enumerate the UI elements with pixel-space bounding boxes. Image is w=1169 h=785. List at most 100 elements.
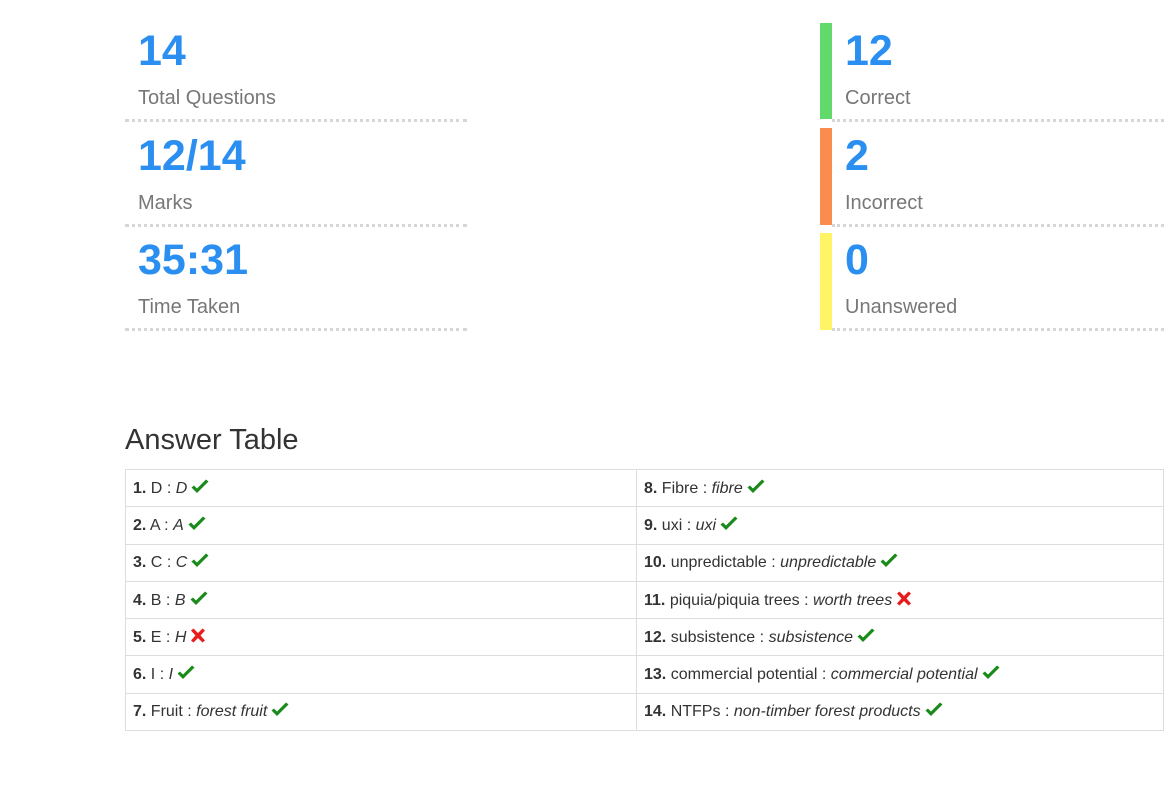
check-icon xyxy=(190,479,210,495)
answer-separator: : xyxy=(165,591,171,609)
answer-separator: : xyxy=(804,591,809,609)
answer-cell: 14. NTFPs : non-timber forest products xyxy=(636,692,1164,732)
cross-icon xyxy=(895,591,915,607)
answer-cell: 10. unpredictable : unpredictable xyxy=(636,543,1164,582)
table-row: 7. Fruit : forest fruit 14. NTFPs : non-t… xyxy=(125,692,1164,732)
stat-incorrect-value: 2 xyxy=(845,132,869,180)
user-response: subsistence xyxy=(768,628,854,646)
incorrect-color-bar xyxy=(820,128,832,225)
question-number: 4. xyxy=(133,591,147,609)
stat-marks-label: Marks xyxy=(138,192,193,214)
question-number: 1. xyxy=(133,479,147,497)
stat-time-taken: 35:31 Time Taken xyxy=(125,227,467,331)
correct-answer: I xyxy=(150,666,156,684)
check-icon xyxy=(176,665,196,681)
answer-table-title: Answer Table xyxy=(125,424,299,456)
correct-answer: uxi xyxy=(661,516,683,534)
stat-correct-label: Correct xyxy=(845,87,911,109)
stat-correct: 12 Correct xyxy=(832,18,1164,122)
answer-separator: : xyxy=(187,703,192,721)
answer-separator: : xyxy=(686,516,692,534)
stat-time-taken-value: 35:31 xyxy=(138,236,248,284)
answer-cell: 1. D : D xyxy=(125,468,637,508)
stat-unanswered-label: Unanswered xyxy=(845,296,958,318)
answer-cell: 2. A : A xyxy=(125,506,637,545)
answer-separator: : xyxy=(724,703,730,721)
answer-cell: 7. Fruit : forest fruit xyxy=(125,692,637,732)
correct-color-bar xyxy=(820,23,832,119)
user-response: D xyxy=(175,479,188,497)
answer-separator: : xyxy=(164,516,169,534)
answer-separator: : xyxy=(159,666,165,684)
question-number: 10. xyxy=(644,554,667,572)
answer-table: 1. D : D 8. Fibre : fibre 2. A : A 9. uxi :… xyxy=(125,468,1164,732)
user-response: commercial potential xyxy=(830,666,978,684)
user-response: worth trees xyxy=(813,591,893,609)
answer-separator: : xyxy=(166,479,172,497)
question-number: 6. xyxy=(133,666,147,684)
answer-cell: 5. E : H xyxy=(125,618,637,657)
stat-unanswered: 0 Unanswered xyxy=(832,227,1164,331)
stat-incorrect: 2 Incorrect xyxy=(832,123,1164,227)
answer-cell: 13. commercial potential : commercial po… xyxy=(636,655,1164,694)
user-response: B xyxy=(174,591,186,609)
stat-correct-value: 12 xyxy=(845,27,893,75)
user-response: H xyxy=(174,628,187,646)
question-number: 9. xyxy=(644,516,658,534)
answer-separator: : xyxy=(771,554,776,572)
answer-cell: 3. C : C xyxy=(125,543,637,582)
question-number: 3. xyxy=(133,554,147,572)
user-response: C xyxy=(175,554,188,572)
check-icon xyxy=(879,553,899,569)
stat-total-questions-value: 14 xyxy=(138,27,186,75)
check-icon xyxy=(746,479,766,495)
correct-answer: D xyxy=(150,479,163,497)
correct-answer: Fruit xyxy=(150,703,183,721)
check-icon xyxy=(190,553,210,569)
correct-answer: commercial potential xyxy=(670,666,818,684)
correct-answer: B xyxy=(150,591,162,609)
question-number: 8. xyxy=(644,479,658,497)
correct-answer: C xyxy=(150,554,163,572)
correct-answer: subsistence xyxy=(670,628,756,646)
table-row: 3. C : C 10. unpredictable : unpredictabl… xyxy=(125,543,1164,582)
check-icon xyxy=(187,516,207,532)
stat-time-taken-label: Time Taken xyxy=(138,296,241,318)
question-number: 2. xyxy=(133,516,147,534)
question-number: 14. xyxy=(644,703,667,721)
table-row: 2. A : A 9. uxi : uxi xyxy=(125,506,1164,545)
stat-marks-value: 12/14 xyxy=(138,132,246,180)
user-response: fibre xyxy=(711,479,743,497)
table-row: 4. B : B 11. piquia/piquia trees : worth … xyxy=(125,580,1164,620)
user-response: forest fruit xyxy=(196,703,268,721)
answer-cell: 4. B : B xyxy=(125,580,637,620)
check-icon xyxy=(856,628,876,644)
correct-answer: A xyxy=(149,516,160,534)
stat-unanswered-value: 0 xyxy=(845,236,869,284)
question-number: 12. xyxy=(644,628,667,646)
table-row: 1. D : D 8. Fibre : fibre xyxy=(125,468,1164,508)
check-icon xyxy=(270,702,290,718)
user-response: unpredictable xyxy=(780,554,877,572)
answer-separator: : xyxy=(821,666,827,684)
correct-answer: unpredictable xyxy=(670,554,767,572)
table-row: 5. E : H 12. subsistence : subsistence xyxy=(125,618,1164,657)
check-icon xyxy=(189,591,209,607)
correct-answer: E xyxy=(150,628,162,646)
cross-icon xyxy=(189,628,209,644)
question-number: 7. xyxy=(133,703,147,721)
answer-separator: : xyxy=(165,628,171,646)
user-response: uxi xyxy=(695,516,717,534)
answer-separator: : xyxy=(702,479,708,497)
stat-incorrect-label: Incorrect xyxy=(845,192,923,214)
user-response: I xyxy=(168,666,174,684)
correct-answer: piquia/piquia trees xyxy=(669,591,800,609)
check-icon xyxy=(924,702,944,718)
check-icon xyxy=(719,516,739,532)
user-response: A xyxy=(173,516,184,534)
table-row: 6. I : I 13. commercial potential : comme… xyxy=(125,655,1164,694)
check-icon xyxy=(981,665,1001,681)
unanswered-color-bar xyxy=(820,233,832,330)
answer-cell: 9. uxi : uxi xyxy=(636,506,1164,545)
answer-separator: : xyxy=(759,628,765,646)
